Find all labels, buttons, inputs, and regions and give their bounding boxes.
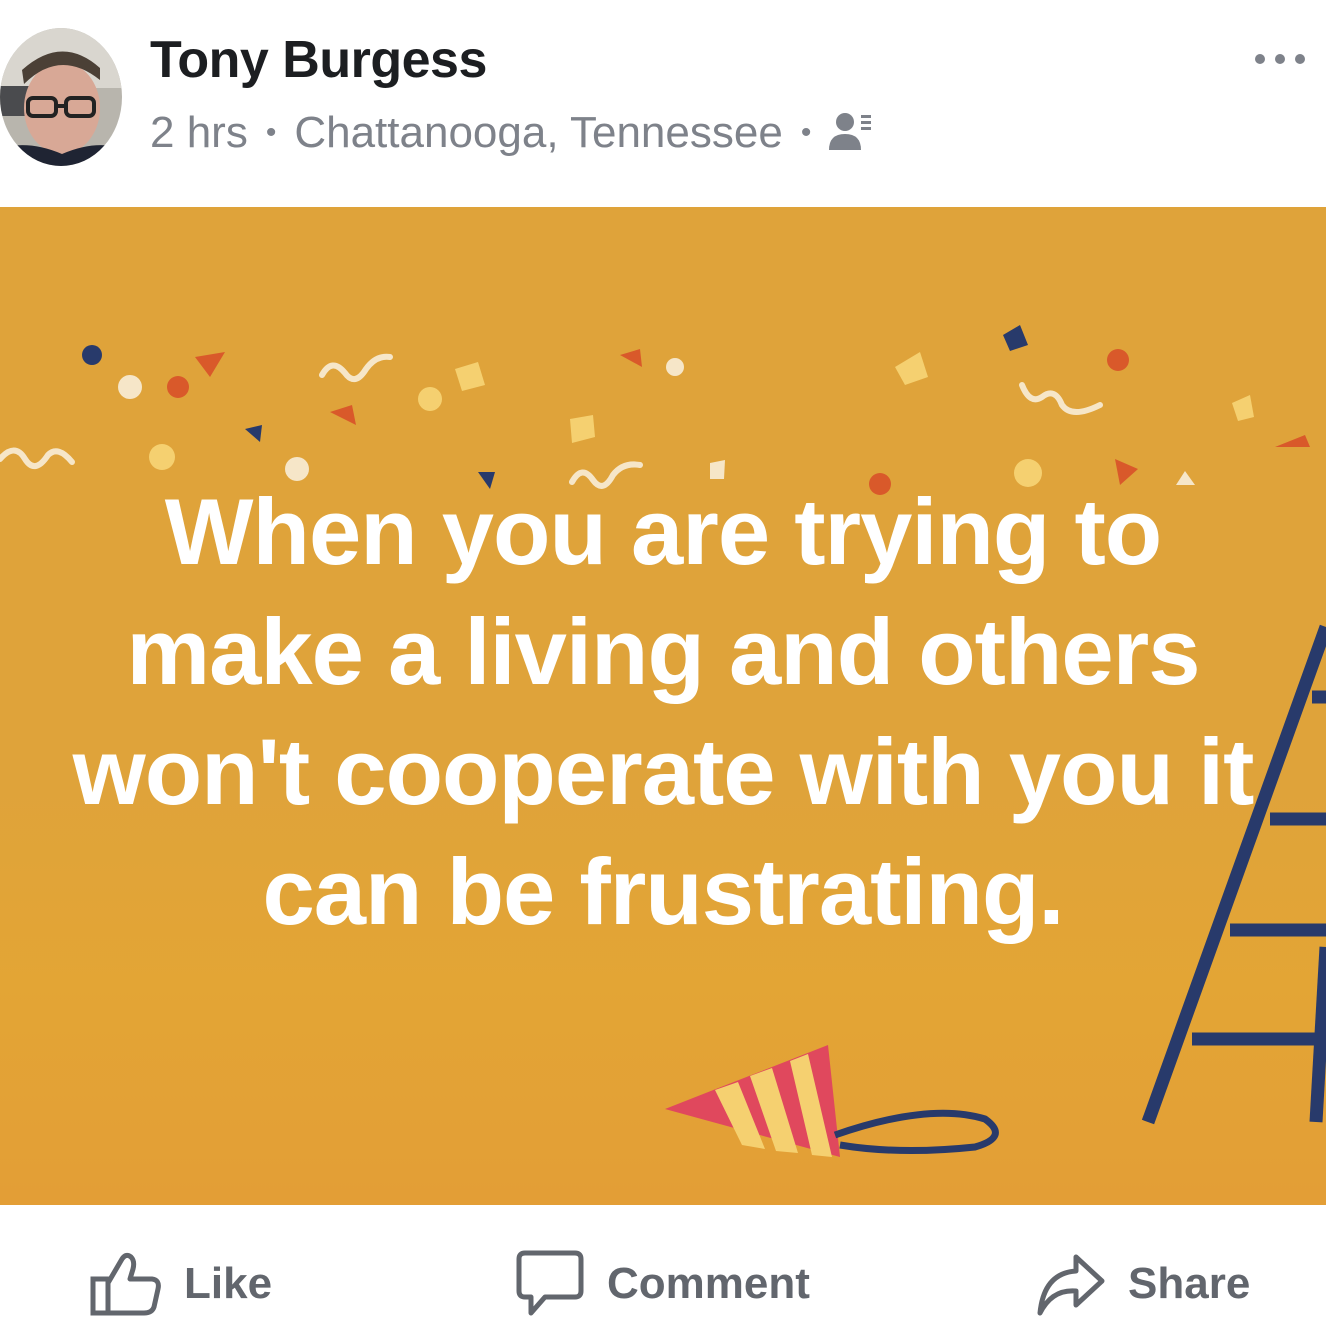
post-background[interactable]: When you are trying to make a living and… [0,207,1326,1205]
author-name[interactable]: Tony Burgess [150,30,487,90]
custom-audience-icon[interactable] [829,110,873,156]
like-button[interactable]: Like [90,1249,272,1319]
like-label: Like [184,1259,273,1308]
post-text-line: won't cooperate with you it [72,719,1255,824]
comment-icon [516,1250,584,1316]
meta-separator: • [265,116,277,149]
thumbs-up-icon [90,1252,161,1316]
post-time[interactable]: 2 hrs [150,108,248,158]
share-icon [1037,1254,1105,1316]
post-text: When you are trying to make a living and… [0,472,1326,952]
meta-separator: • [800,116,812,149]
post-text-line: When you are trying to [164,479,1162,584]
post-text-line: can be frustrating. [262,839,1064,944]
party-hat-icon [665,1045,999,1157]
action-bar: Like Comment Share [0,1205,1326,1326]
confetti [0,325,1310,495]
comment-button[interactable]: Comment [515,1249,810,1319]
post-location[interactable]: Chattanooga, Tennessee [294,108,782,158]
post-header: Tony Burgess 2 hrs • Chattanooga, Tennes… [0,0,1326,207]
more-options-icon[interactable] [1250,44,1310,74]
avatar[interactable] [0,28,122,166]
comment-label: Comment [607,1259,810,1308]
post-text-line: make a living and others [126,599,1200,704]
share-button[interactable]: Share [1036,1249,1250,1319]
post-meta: 2 hrs • Chattanooga, Tennessee • [150,108,873,158]
share-label: Share [1128,1259,1251,1308]
